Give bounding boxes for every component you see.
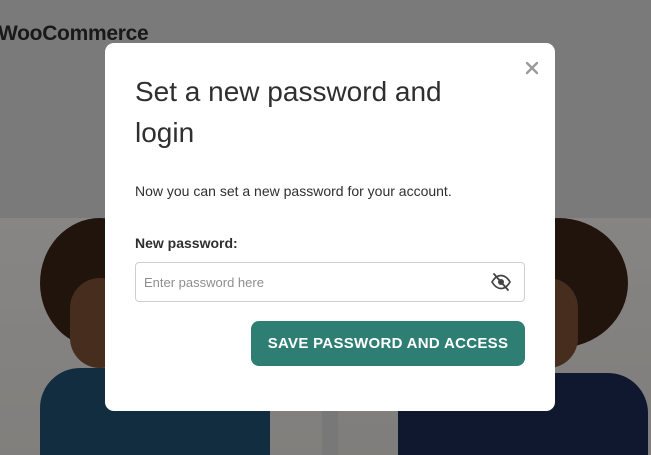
reset-password-modal: Set a new password and login Now you can…: [105, 43, 555, 411]
password-label: New password:: [135, 235, 238, 251]
close-button[interactable]: [521, 58, 543, 80]
save-password-button[interactable]: SAVE PASSWORD AND ACCESS: [251, 321, 525, 366]
modal-description: Now you can set a new password for your …: [135, 183, 452, 199]
password-field: [135, 262, 525, 302]
toggle-password-visibility-button[interactable]: [490, 272, 512, 292]
modal-title: Set a new password and login: [135, 76, 442, 148]
close-icon: [525, 61, 539, 78]
eye-slash-icon: [490, 273, 512, 295]
password-input[interactable]: [136, 263, 476, 301]
